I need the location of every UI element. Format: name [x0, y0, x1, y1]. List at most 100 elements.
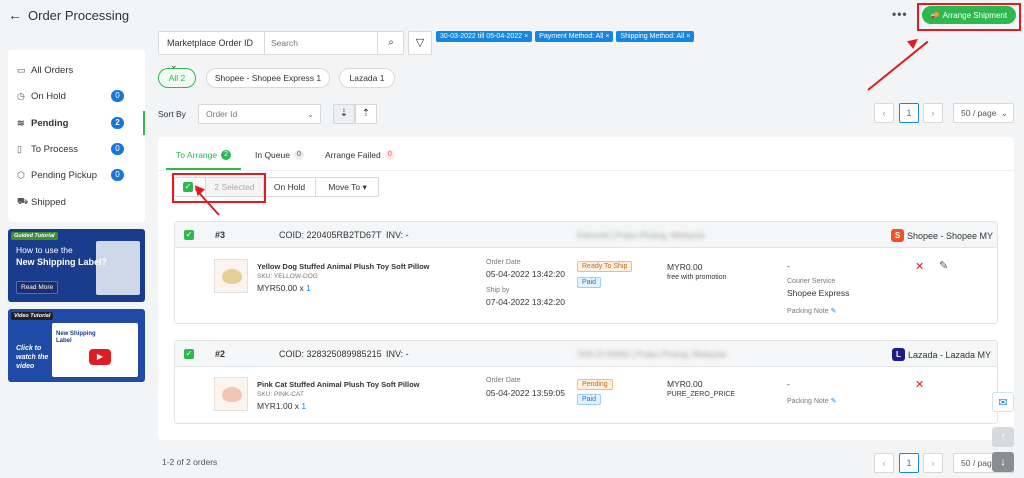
scroll-top-icon[interactable]: ↑ — [992, 427, 1014, 447]
sidebar-item-pending-pickup[interactable]: ⬡ Pending Pickup 0 — [8, 163, 145, 187]
order-number: #3 — [215, 230, 226, 240]
shopee-icon: S — [891, 229, 904, 242]
tab-label: In Queue — [255, 150, 290, 160]
pencil-icon: ✎ — [830, 398, 837, 405]
order-header: ✓ #2 COID: 328325089985215 INV: - TAN ZI… — [175, 341, 997, 367]
page-number[interactable]: 1 — [899, 103, 919, 123]
search-type-label: Marketplace Order ID — [167, 38, 254, 48]
video-screen-title: New Shipping Label — [56, 331, 96, 344]
video-tutorial-banner[interactable]: Video Tutorial Click to watch the video … — [8, 309, 145, 382]
move-to-dropdown[interactable]: Move To ▾ — [315, 178, 379, 196]
back-arrow-icon[interactable]: ← — [8, 7, 22, 23]
tab-arrange-failed[interactable]: Arrange Failed 0 — [325, 149, 395, 161]
inbox-icon[interactable]: ✉ — [992, 392, 1014, 412]
arrange-shipment-label: Arrange Shipment — [942, 10, 1008, 20]
next-page-icon[interactable]: › — [923, 453, 943, 473]
search-input[interactable] — [271, 36, 371, 50]
sidebar-item-label: Pending Pickup — [31, 169, 98, 181]
product-name[interactable]: Pink Cat Stuffed Animal Plush Toy Soft P… — [257, 380, 420, 389]
tab-count: 0 — [293, 150, 304, 160]
count-badge: 0 — [111, 143, 124, 155]
tab-in-queue[interactable]: In Queue 0 — [255, 149, 304, 161]
order-checkbox[interactable]: ✓ — [184, 349, 194, 359]
read-more-button[interactable]: Read More — [16, 281, 59, 294]
page-header: ← Order Processing ••• 🚚 Arrange Shipmen… — [0, 0, 1024, 32]
store-filter-all[interactable]: All 2 — [158, 68, 196, 88]
ship-by-label: Ship by — [486, 287, 510, 294]
truck-icon: 🚚 — [930, 12, 940, 19]
cancel-icon[interactable]: ✕ — [915, 260, 924, 273]
promo-line: watch the — [16, 354, 49, 361]
customer-info: TAN ZI HANG | Pulau Pinang, Malaysia — [577, 349, 726, 359]
search-bar: Marketplace Order ID ⌄ ⌕ — [158, 31, 404, 70]
filter-chip-date[interactable]: 30-03-2022 till 05-04-2022 × — [436, 31, 533, 42]
sort-select-value: Order Id — [206, 109, 238, 119]
sort-select[interactable]: Order Id ⌄ — [198, 104, 321, 124]
product-sku: SKU: YELLOW-DOG — [257, 273, 318, 280]
order-date-label: Order Date — [486, 377, 521, 384]
filter-chip-shipping[interactable]: Shipping Method: All × — [616, 31, 695, 42]
sort-descending-icon[interactable]: ⇣ — [333, 104, 355, 124]
video-thumbnail: New Shipping Label ▶ — [52, 323, 138, 377]
courier-dash: - — [787, 261, 790, 271]
page-number[interactable]: 1 — [899, 453, 919, 473]
lazada-icon: L — [892, 348, 905, 361]
order-coid: COID: 328325089985215 — [279, 349, 382, 359]
more-options-icon[interactable]: ••• — [892, 7, 908, 21]
tab-to-arrange[interactable]: To Arrange 2 — [176, 149, 232, 161]
order-invoice: INV: - — [386, 230, 409, 240]
edit-icon[interactable]: ✎ — [939, 259, 948, 272]
sort-ascending-icon[interactable]: ⇡ — [355, 104, 377, 124]
annotation-arrow — [867, 40, 929, 91]
arrange-shipment-button[interactable]: 🚚 Arrange Shipment — [922, 6, 1016, 24]
store-info: L Lazada - Lazada MY — [892, 348, 991, 361]
prev-page-icon[interactable]: ‹ — [874, 453, 894, 473]
search-icon[interactable]: ⌕ — [377, 32, 404, 54]
page-size-select[interactable]: 50 / page ⌄ — [953, 103, 1014, 123]
page-title: Order Processing — [28, 8, 130, 23]
order-checkbox[interactable]: ✓ — [184, 230, 194, 240]
store-name: Lazada - Lazada MY — [908, 349, 992, 360]
layers-icon: ≋ — [17, 117, 25, 128]
promo-line: How to use the — [16, 245, 73, 255]
product-thumbnail — [214, 377, 248, 411]
scroll-bottom-icon[interactable]: ↓ — [992, 452, 1014, 472]
sidebar: ▭ All Orders ◷ On Hold 0 ≋ Pending 2 ▯ T… — [8, 50, 145, 222]
filter-chip-payment[interactable]: Payment Method: All × — [535, 31, 614, 42]
next-page-icon[interactable]: › — [923, 103, 943, 123]
order-header: ✓ #3 COID: 220405RB2TD67T INV: - Edmund … — [175, 222, 997, 248]
count-badge: 2 — [111, 117, 124, 129]
cancel-icon[interactable]: ✕ — [915, 378, 924, 391]
sidebar-item-pending[interactable]: ≋ Pending 2 — [8, 111, 145, 135]
store-filter-lazada[interactable]: Lazada 1 — [339, 68, 395, 88]
packing-note[interactable]: Packing Note ✎ — [787, 307, 836, 315]
sidebar-item-shipped[interactable]: ⛟ Shipped — [8, 190, 145, 214]
order-coid: COID: 220405RB2TD67T — [279, 230, 382, 240]
customer-info: Edmund | Pulau Pinang, Malaysia — [577, 230, 705, 240]
payment-badge: Paid — [577, 277, 602, 288]
ship-by-date: 07-04-2022 13:42:20 — [486, 297, 565, 307]
play-icon[interactable]: ▶ — [89, 349, 111, 365]
filter-icon[interactable]: ▽ — [408, 31, 432, 55]
sidebar-item-to-process[interactable]: ▯ To Process 0 — [8, 137, 145, 161]
promo-line: New Shipping Label? — [16, 257, 108, 267]
on-hold-button[interactable]: On Hold — [263, 178, 315, 196]
courier-service-label: Courier Service — [787, 278, 836, 285]
courier-service: Shopee Express — [787, 288, 850, 298]
sidebar-item-all-orders[interactable]: ▭ All Orders — [8, 58, 145, 82]
order-card: ✓ #3 COID: 220405RB2TD67T INV: - Edmund … — [174, 221, 998, 324]
prev-page-icon[interactable]: ‹ — [874, 103, 894, 123]
search-type-select[interactable]: Marketplace Order ID ⌄ — [159, 32, 265, 70]
order-amount: MYR0.00 — [667, 262, 703, 272]
store-filter-shopee[interactable]: Shopee - Shopee Express 1 — [206, 68, 330, 88]
amount-note: free with promotion — [667, 274, 727, 281]
sidebar-item-on-hold[interactable]: ◷ On Hold 0 — [8, 84, 145, 108]
order-date: 05-04-2022 13:42:20 — [486, 269, 565, 279]
packing-note[interactable]: Packing Note ✎ — [787, 397, 836, 405]
payment-badge: Paid — [577, 394, 602, 405]
guided-tutorial-banner[interactable]: Guided Tutorial How to use the New Shipp… — [8, 229, 145, 302]
product-name[interactable]: Yellow Dog Stuffed Animal Plush Toy Soft… — [257, 262, 430, 271]
sidebar-item-label: Shipped — [31, 196, 66, 208]
status-badge: Ready To Ship — [577, 261, 633, 272]
clipboard-icon: ▯ — [17, 143, 22, 154]
